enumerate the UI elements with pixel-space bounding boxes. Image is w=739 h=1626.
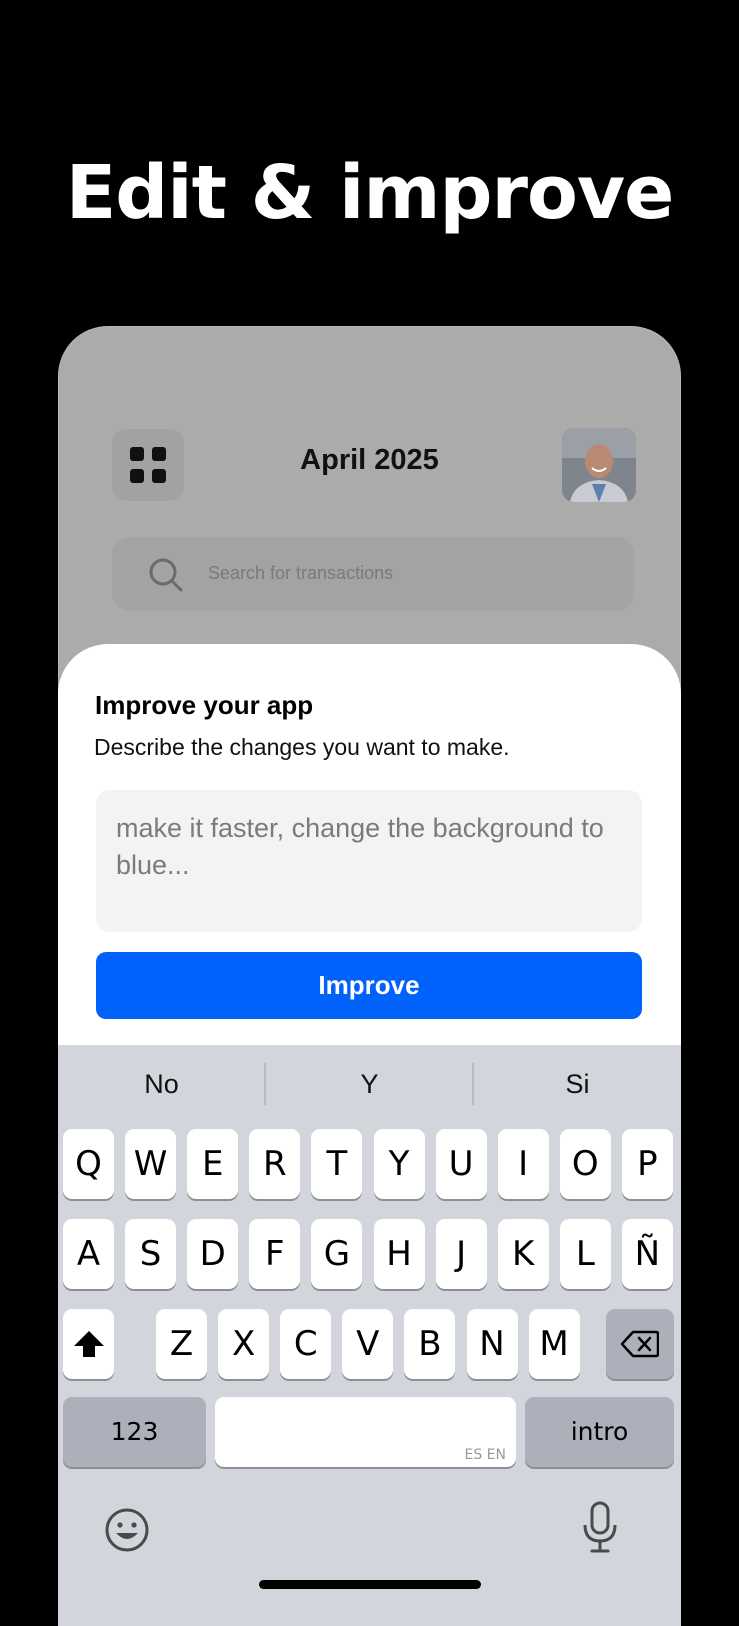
key-w[interactable]: W: [125, 1129, 177, 1199]
key-j[interactable]: J: [435, 1219, 487, 1289]
avatar-image: [562, 428, 636, 502]
key-i[interactable]: I: [497, 1129, 549, 1199]
delete-key[interactable]: [606, 1309, 674, 1379]
key-t[interactable]: T: [311, 1129, 363, 1199]
key-r[interactable]: R: [249, 1129, 301, 1199]
key-m[interactable]: M: [528, 1309, 580, 1379]
microphone-icon: [583, 1501, 617, 1553]
space-key[interactable]: ES EN: [215, 1397, 516, 1467]
improve-button[interactable]: Improve: [96, 952, 642, 1019]
headline: Edit & improve: [65, 150, 675, 236]
key-v[interactable]: V: [342, 1309, 394, 1379]
sheet-title: Improve your app: [95, 690, 314, 720]
key-p[interactable]: P: [621, 1129, 673, 1199]
key-u[interactable]: U: [435, 1129, 487, 1199]
key-q[interactable]: Q: [63, 1129, 114, 1199]
emoji-icon: [105, 1508, 149, 1552]
shift-icon: [73, 1331, 104, 1357]
key-n[interactable]: N: [466, 1309, 518, 1379]
changes-input[interactable]: make it faster, change the background to…: [96, 790, 642, 932]
search-icon: [149, 558, 183, 592]
suggestion-3[interactable]: Si: [474, 1045, 681, 1123]
microphone-button[interactable]: [580, 1501, 620, 1555]
key-b[interactable]: B: [404, 1309, 456, 1379]
key-x[interactable]: X: [218, 1309, 270, 1379]
key-a[interactable]: A: [63, 1219, 114, 1289]
key-e[interactable]: E: [187, 1129, 239, 1199]
keyboard: No Y Si QWERTYUIOP ASDFGHJKLÑ ZXCVBNM 12…: [58, 1045, 681, 1626]
search-placeholder: Search for transactions: [208, 563, 394, 583]
return-key[interactable]: intro: [525, 1397, 674, 1467]
numbers-key[interactable]: 123: [63, 1397, 206, 1467]
key-o[interactable]: O: [559, 1129, 611, 1199]
key-z[interactable]: Z: [156, 1309, 207, 1379]
backspace-icon: [620, 1330, 660, 1358]
search-bar[interactable]: Search for transactions: [112, 537, 634, 611]
avatar[interactable]: [562, 428, 636, 502]
key-h[interactable]: H: [373, 1219, 425, 1289]
key-l[interactable]: L: [559, 1219, 611, 1289]
key-s[interactable]: S: [125, 1219, 177, 1289]
shift-key[interactable]: [63, 1309, 114, 1379]
sheet-subtitle: Describe the changes you want to make.: [94, 734, 510, 760]
key-f[interactable]: F: [249, 1219, 301, 1289]
emoji-button[interactable]: [104, 1507, 150, 1553]
key-ñ[interactable]: Ñ: [621, 1219, 673, 1289]
key-g[interactable]: G: [311, 1219, 363, 1289]
home-indicator: [259, 1580, 481, 1589]
suggestion-2[interactable]: Y: [266, 1045, 473, 1123]
key-d[interactable]: D: [187, 1219, 239, 1289]
key-k[interactable]: K: [497, 1219, 549, 1289]
key-c[interactable]: C: [280, 1309, 332, 1379]
changes-input-placeholder: make it faster, change the background to…: [116, 813, 604, 880]
space-lang-label: ES EN: [464, 1447, 506, 1463]
phone-mockup: April 2025 Search for transactions Impro…: [58, 326, 681, 1626]
key-y[interactable]: Y: [373, 1129, 425, 1199]
suggestion-1[interactable]: No: [58, 1045, 265, 1123]
